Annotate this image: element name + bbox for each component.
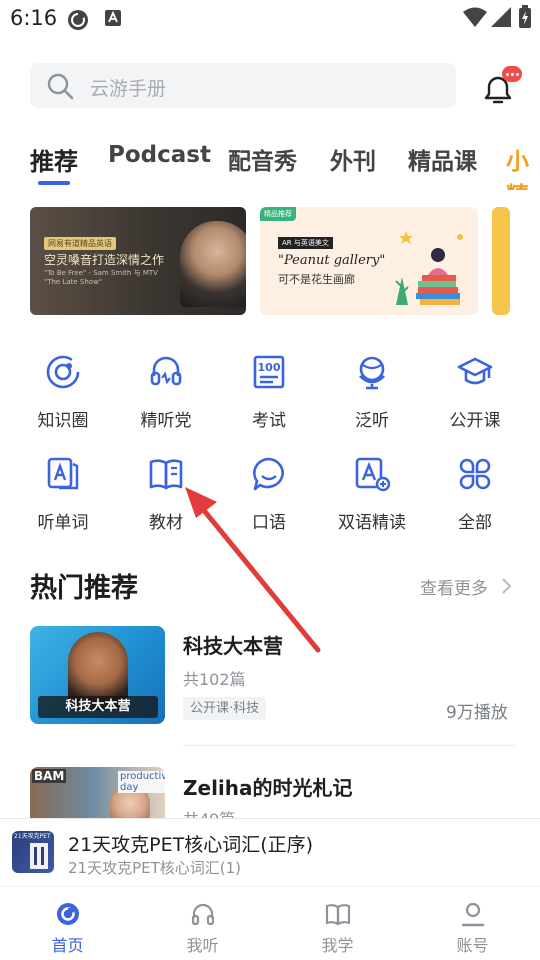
grid-item-exam[interactable]: 100 考试 bbox=[219, 354, 319, 444]
banner-kicker: AR 与英语美文 bbox=[278, 237, 333, 249]
tab-premium-course[interactable]: 精品课 bbox=[408, 142, 477, 176]
notification-button[interactable] bbox=[482, 66, 522, 108]
bilingual-reading-icon bbox=[355, 457, 390, 492]
nav-label: 我听 bbox=[186, 936, 219, 955]
textbook-icon bbox=[149, 459, 183, 490]
banner-card[interactable]: 网易有道精品英语 空灵嗓音打造深情之作 "To Be Free" - Sam S… bbox=[30, 207, 246, 315]
signal-icon bbox=[491, 7, 511, 27]
status-bar: 6:16 bbox=[0, 0, 540, 38]
grid-item-bilingual-reading[interactable]: 双语精读 bbox=[322, 456, 422, 546]
grid-label: 知识圈 bbox=[37, 411, 89, 431]
banner-portrait bbox=[180, 221, 246, 307]
list-item-tag: 公开课·科技 bbox=[183, 697, 267, 720]
mini-player[interactable]: 21天攻克PET 21天攻克PET核心词汇(正序) 21天攻克PET核心词汇(1… bbox=[0, 818, 540, 886]
list-divider bbox=[183, 745, 516, 746]
nav-item-learn[interactable]: 我学 bbox=[270, 887, 405, 960]
see-more-link[interactable]: 查看更多 bbox=[420, 574, 488, 599]
grid-item-knowledge-circle[interactable]: 知识圈 bbox=[13, 354, 113, 444]
exam-100-icon: 100 bbox=[253, 355, 285, 389]
tab-dubbing-show[interactable]: 配音秀 bbox=[228, 142, 297, 176]
list-item-thumbnail[interactable]: 科技大本营 bbox=[30, 626, 165, 724]
globe-icon bbox=[359, 356, 385, 390]
tab-peek[interactable]: 小精 bbox=[506, 142, 540, 190]
reading-illustration bbox=[395, 231, 463, 305]
sync-status-icon bbox=[68, 10, 88, 30]
section-title: 热门推荐 bbox=[30, 573, 138, 604]
nav-item-home[interactable]: 首页 bbox=[0, 887, 135, 960]
status-time: 6:16 bbox=[10, 6, 58, 30]
banner-card-peek[interactable] bbox=[492, 207, 510, 315]
graduation-cap-icon bbox=[457, 357, 493, 385]
grid-label: 双语精读 bbox=[338, 513, 406, 533]
thumbnail-caption: productive day bbox=[118, 771, 165, 793]
banner-tag: 网易有道精品英语 bbox=[44, 237, 116, 250]
svg-text:100: 100 bbox=[258, 361, 281, 374]
headphones-icon bbox=[191, 903, 215, 926]
grid-item-open-course[interactable]: 公开课 bbox=[425, 354, 525, 444]
account-icon bbox=[461, 902, 485, 927]
active-tab-indicator bbox=[38, 181, 70, 185]
grid-item-all[interactable]: 全部 bbox=[425, 456, 525, 546]
search-icon bbox=[47, 73, 74, 100]
search-placeholder: 云游手册 bbox=[90, 78, 167, 100]
list-item-title[interactable]: Zeliha的时光札记 bbox=[183, 772, 353, 801]
banner-tag: 精品推荐 bbox=[260, 207, 296, 221]
player-title: 21天攻克PET核心词汇(正序) bbox=[68, 834, 314, 856]
search-bar[interactable]: 云游手册 bbox=[30, 63, 456, 108]
grid-label: 泛听 bbox=[355, 411, 389, 431]
banner-title: "Peanut gallery" bbox=[278, 253, 386, 268]
nav-label: 首页 bbox=[51, 936, 84, 955]
chevron-right-icon[interactable] bbox=[500, 577, 512, 595]
list-item-plays: 9万播放 bbox=[446, 703, 508, 723]
player-subtitle: 21天攻克PET核心词汇(1) bbox=[68, 859, 242, 877]
home-icon bbox=[57, 903, 79, 925]
grid-item-textbook[interactable]: 教材 bbox=[116, 456, 216, 546]
grid-label: 考试 bbox=[252, 411, 286, 431]
bottom-nav: 首页 我听 我学 账号 bbox=[0, 886, 540, 960]
pause-icon[interactable] bbox=[30, 843, 48, 869]
grid-label: 精听党 bbox=[140, 411, 192, 431]
grid-label: 口语 bbox=[252, 513, 286, 533]
grid-label: 听单词 bbox=[37, 513, 89, 533]
knowledge-circle-icon bbox=[46, 355, 80, 389]
list-item-title[interactable]: 科技大本营 bbox=[183, 630, 283, 659]
nav-item-account[interactable]: 账号 bbox=[405, 887, 540, 960]
grid-label: 全部 bbox=[458, 513, 492, 533]
category-tabs: 推荐 Podcast 配音秀 外刊 精品课 小精 bbox=[0, 140, 540, 190]
notification-badge bbox=[502, 66, 522, 82]
tab-foreign-press[interactable]: 外刊 bbox=[330, 142, 376, 176]
banner-title: 空灵嗓音打造深情之作 bbox=[44, 253, 165, 267]
battery-charging-icon bbox=[519, 5, 531, 28]
app-notification-icon bbox=[105, 10, 121, 26]
banner-card[interactable]: 精品推荐 AR 与英语美文 "Peanut gallery" 可不是花生画廊 bbox=[260, 207, 478, 315]
banner-subtitle: "To Be Free" - Sam Smith 与 MTV "The Late… bbox=[44, 269, 158, 286]
banner-subtitle: 可不是花生画廊 bbox=[278, 273, 355, 286]
wifi-icon bbox=[463, 7, 487, 27]
grid-item-intensive-listening[interactable]: 精听党 bbox=[116, 354, 216, 444]
player-cover-text: 21天攻克PET bbox=[14, 833, 51, 840]
tab-recommend[interactable]: 推荐 bbox=[30, 142, 78, 177]
nav-label: 我学 bbox=[321, 936, 354, 955]
word-card-icon bbox=[47, 457, 79, 490]
grid-label: 教材 bbox=[149, 513, 183, 533]
speech-bubble-icon bbox=[253, 457, 284, 491]
grid-item-word-listening[interactable]: 听单词 bbox=[13, 456, 113, 546]
grid-item-extensive-listening[interactable]: 泛听 bbox=[322, 354, 422, 444]
list-item-thumbnail[interactable]: BAM productive day bbox=[30, 767, 165, 822]
tab-podcast[interactable]: Podcast bbox=[108, 142, 211, 168]
list-item-count: 共102篇 bbox=[183, 670, 246, 689]
nav-label: 账号 bbox=[456, 936, 489, 955]
player-cover: 21天攻克PET bbox=[12, 831, 54, 873]
grid-item-speaking[interactable]: 口语 bbox=[219, 456, 319, 546]
grid-label: 公开课 bbox=[449, 411, 501, 431]
thumbnail-caption: 科技大本营 bbox=[65, 699, 131, 714]
nav-item-listen[interactable]: 我听 bbox=[135, 887, 270, 960]
book-icon bbox=[325, 904, 351, 926]
all-grid-icon bbox=[459, 458, 491, 490]
thumbnail-caption: BAM bbox=[32, 769, 67, 783]
headset-icon bbox=[150, 356, 182, 386]
